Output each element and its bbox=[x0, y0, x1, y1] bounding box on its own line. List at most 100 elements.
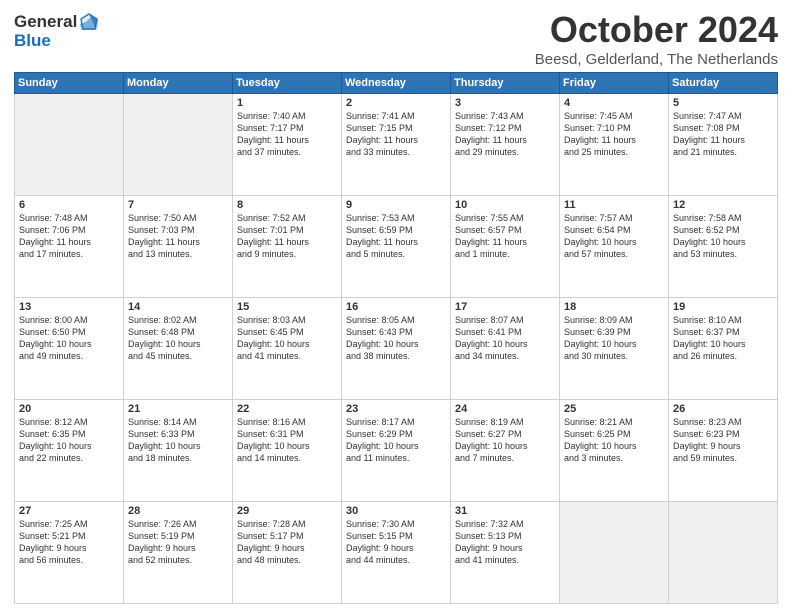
calendar-cell: 5Sunrise: 7:47 AM Sunset: 7:08 PM Daylig… bbox=[669, 93, 778, 195]
calendar-cell: 12Sunrise: 7:58 AM Sunset: 6:52 PM Dayli… bbox=[669, 195, 778, 297]
calendar-header-row: SundayMondayTuesdayWednesdayThursdayFrid… bbox=[15, 72, 778, 93]
cell-content: Sunrise: 7:45 AM Sunset: 7:10 PM Dayligh… bbox=[564, 110, 664, 159]
cell-content: Sunrise: 8:10 AM Sunset: 6:37 PM Dayligh… bbox=[673, 314, 773, 363]
day-number: 20 bbox=[19, 403, 119, 415]
cell-content: Sunrise: 7:55 AM Sunset: 6:57 PM Dayligh… bbox=[455, 212, 555, 261]
calendar-cell: 30Sunrise: 7:30 AM Sunset: 5:15 PM Dayli… bbox=[342, 501, 451, 603]
logo-icon bbox=[78, 10, 100, 32]
cell-content: Sunrise: 8:21 AM Sunset: 6:25 PM Dayligh… bbox=[564, 416, 664, 465]
cell-content: Sunrise: 8:17 AM Sunset: 6:29 PM Dayligh… bbox=[346, 416, 446, 465]
day-number: 19 bbox=[673, 301, 773, 313]
calendar-header-thursday: Thursday bbox=[451, 72, 560, 93]
day-number: 6 bbox=[19, 199, 119, 211]
cell-content: Sunrise: 7:32 AM Sunset: 5:13 PM Dayligh… bbox=[455, 518, 555, 567]
day-number: 18 bbox=[564, 301, 664, 313]
day-number: 30 bbox=[346, 505, 446, 517]
calendar-cell: 6Sunrise: 7:48 AM Sunset: 7:06 PM Daylig… bbox=[15, 195, 124, 297]
calendar-cell: 18Sunrise: 8:09 AM Sunset: 6:39 PM Dayli… bbox=[560, 297, 669, 399]
day-number: 17 bbox=[455, 301, 555, 313]
day-number: 7 bbox=[128, 199, 228, 211]
cell-content: Sunrise: 8:16 AM Sunset: 6:31 PM Dayligh… bbox=[237, 416, 337, 465]
calendar-header-sunday: Sunday bbox=[15, 72, 124, 93]
title-location: Beesd, Gelderland, The Netherlands bbox=[535, 51, 778, 68]
calendar-cell: 25Sunrise: 8:21 AM Sunset: 6:25 PM Dayli… bbox=[560, 399, 669, 501]
cell-content: Sunrise: 7:48 AM Sunset: 7:06 PM Dayligh… bbox=[19, 212, 119, 261]
cell-content: Sunrise: 7:41 AM Sunset: 7:15 PM Dayligh… bbox=[346, 110, 446, 159]
calendar-header-friday: Friday bbox=[560, 72, 669, 93]
calendar-cell: 14Sunrise: 8:02 AM Sunset: 6:48 PM Dayli… bbox=[124, 297, 233, 399]
cell-content: Sunrise: 8:14 AM Sunset: 6:33 PM Dayligh… bbox=[128, 416, 228, 465]
cell-content: Sunrise: 7:30 AM Sunset: 5:15 PM Dayligh… bbox=[346, 518, 446, 567]
calendar-cell: 29Sunrise: 7:28 AM Sunset: 5:17 PM Dayli… bbox=[233, 501, 342, 603]
day-number: 8 bbox=[237, 199, 337, 211]
day-number: 31 bbox=[455, 505, 555, 517]
logo-general-text: General bbox=[14, 13, 77, 30]
day-number: 4 bbox=[564, 97, 664, 109]
week-row-1: 1Sunrise: 7:40 AM Sunset: 7:17 PM Daylig… bbox=[15, 93, 778, 195]
day-number: 14 bbox=[128, 301, 228, 313]
cell-content: Sunrise: 7:43 AM Sunset: 7:12 PM Dayligh… bbox=[455, 110, 555, 159]
calendar-cell: 2Sunrise: 7:41 AM Sunset: 7:15 PM Daylig… bbox=[342, 93, 451, 195]
calendar-cell bbox=[669, 501, 778, 603]
calendar-cell: 3Sunrise: 7:43 AM Sunset: 7:12 PM Daylig… bbox=[451, 93, 560, 195]
cell-content: Sunrise: 8:02 AM Sunset: 6:48 PM Dayligh… bbox=[128, 314, 228, 363]
day-number: 10 bbox=[455, 199, 555, 211]
calendar-header-saturday: Saturday bbox=[669, 72, 778, 93]
calendar-cell: 28Sunrise: 7:26 AM Sunset: 5:19 PM Dayli… bbox=[124, 501, 233, 603]
day-number: 9 bbox=[346, 199, 446, 211]
calendar-cell: 15Sunrise: 8:03 AM Sunset: 6:45 PM Dayli… bbox=[233, 297, 342, 399]
title-month: October 2024 bbox=[535, 10, 778, 50]
cell-content: Sunrise: 8:05 AM Sunset: 6:43 PM Dayligh… bbox=[346, 314, 446, 363]
day-number: 16 bbox=[346, 301, 446, 313]
day-number: 3 bbox=[455, 97, 555, 109]
cell-content: Sunrise: 8:19 AM Sunset: 6:27 PM Dayligh… bbox=[455, 416, 555, 465]
day-number: 28 bbox=[128, 505, 228, 517]
cell-content: Sunrise: 7:40 AM Sunset: 7:17 PM Dayligh… bbox=[237, 110, 337, 159]
calendar-cell: 23Sunrise: 8:17 AM Sunset: 6:29 PM Dayli… bbox=[342, 399, 451, 501]
cell-content: Sunrise: 7:47 AM Sunset: 7:08 PM Dayligh… bbox=[673, 110, 773, 159]
calendar-cell: 21Sunrise: 8:14 AM Sunset: 6:33 PM Dayli… bbox=[124, 399, 233, 501]
calendar-cell: 11Sunrise: 7:57 AM Sunset: 6:54 PM Dayli… bbox=[560, 195, 669, 297]
header: General Blue October 2024 Beesd, Gelderl… bbox=[14, 10, 778, 68]
cell-content: Sunrise: 7:57 AM Sunset: 6:54 PM Dayligh… bbox=[564, 212, 664, 261]
calendar-cell: 7Sunrise: 7:50 AM Sunset: 7:03 PM Daylig… bbox=[124, 195, 233, 297]
calendar-cell: 1Sunrise: 7:40 AM Sunset: 7:17 PM Daylig… bbox=[233, 93, 342, 195]
calendar-header-tuesday: Tuesday bbox=[233, 72, 342, 93]
day-number: 27 bbox=[19, 505, 119, 517]
calendar-cell: 17Sunrise: 8:07 AM Sunset: 6:41 PM Dayli… bbox=[451, 297, 560, 399]
cell-content: Sunrise: 8:07 AM Sunset: 6:41 PM Dayligh… bbox=[455, 314, 555, 363]
cell-content: Sunrise: 7:53 AM Sunset: 6:59 PM Dayligh… bbox=[346, 212, 446, 261]
page: General Blue October 2024 Beesd, Gelderl… bbox=[0, 0, 792, 612]
cell-content: Sunrise: 7:50 AM Sunset: 7:03 PM Dayligh… bbox=[128, 212, 228, 261]
day-number: 25 bbox=[564, 403, 664, 415]
calendar: SundayMondayTuesdayWednesdayThursdayFrid… bbox=[14, 72, 778, 604]
week-row-4: 20Sunrise: 8:12 AM Sunset: 6:35 PM Dayli… bbox=[15, 399, 778, 501]
week-row-3: 13Sunrise: 8:00 AM Sunset: 6:50 PM Dayli… bbox=[15, 297, 778, 399]
day-number: 22 bbox=[237, 403, 337, 415]
calendar-cell: 31Sunrise: 7:32 AM Sunset: 5:13 PM Dayli… bbox=[451, 501, 560, 603]
day-number: 13 bbox=[19, 301, 119, 313]
week-row-5: 27Sunrise: 7:25 AM Sunset: 5:21 PM Dayli… bbox=[15, 501, 778, 603]
day-number: 23 bbox=[346, 403, 446, 415]
day-number: 26 bbox=[673, 403, 773, 415]
calendar-cell bbox=[560, 501, 669, 603]
calendar-cell: 10Sunrise: 7:55 AM Sunset: 6:57 PM Dayli… bbox=[451, 195, 560, 297]
week-row-2: 6Sunrise: 7:48 AM Sunset: 7:06 PM Daylig… bbox=[15, 195, 778, 297]
day-number: 5 bbox=[673, 97, 773, 109]
day-number: 12 bbox=[673, 199, 773, 211]
calendar-cell: 20Sunrise: 8:12 AM Sunset: 6:35 PM Dayli… bbox=[15, 399, 124, 501]
day-number: 1 bbox=[237, 97, 337, 109]
calendar-cell: 26Sunrise: 8:23 AM Sunset: 6:23 PM Dayli… bbox=[669, 399, 778, 501]
day-number: 2 bbox=[346, 97, 446, 109]
logo-blue-text: Blue bbox=[14, 32, 51, 49]
cell-content: Sunrise: 7:58 AM Sunset: 6:52 PM Dayligh… bbox=[673, 212, 773, 261]
cell-content: Sunrise: 8:03 AM Sunset: 6:45 PM Dayligh… bbox=[237, 314, 337, 363]
day-number: 21 bbox=[128, 403, 228, 415]
calendar-cell: 13Sunrise: 8:00 AM Sunset: 6:50 PM Dayli… bbox=[15, 297, 124, 399]
calendar-cell: 27Sunrise: 7:25 AM Sunset: 5:21 PM Dayli… bbox=[15, 501, 124, 603]
logo: General Blue bbox=[14, 10, 100, 49]
day-number: 29 bbox=[237, 505, 337, 517]
calendar-cell: 16Sunrise: 8:05 AM Sunset: 6:43 PM Dayli… bbox=[342, 297, 451, 399]
cell-content: Sunrise: 8:00 AM Sunset: 6:50 PM Dayligh… bbox=[19, 314, 119, 363]
title-block: October 2024 Beesd, Gelderland, The Neth… bbox=[535, 10, 778, 68]
